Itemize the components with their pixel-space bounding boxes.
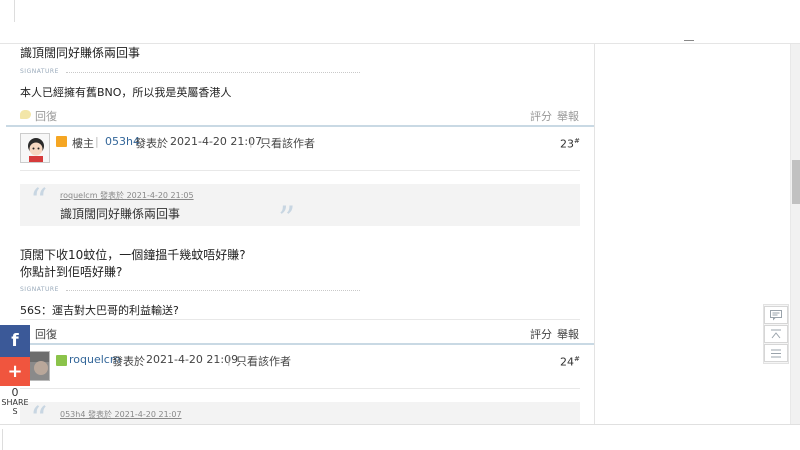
post-24-datetime: 2021-4-20 21:09 — [146, 353, 239, 366]
post-22-reply-button[interactable]: 回復 — [35, 108, 57, 124]
bottom-bar — [0, 424, 800, 450]
post-24-quote-box: “ 053h4 發表於 2021-4-20 21:07 — [20, 402, 580, 424]
host-badge-icon — [56, 136, 67, 147]
separator: | — [227, 353, 231, 366]
post-divider — [6, 343, 594, 345]
quote-close-icon: ” — [278, 199, 296, 239]
plus-icon: + — [7, 361, 23, 382]
separator: | — [95, 135, 99, 148]
post-22-rate-button[interactable]: 評分 — [530, 108, 552, 124]
back-to-top-icon[interactable] — [764, 325, 788, 343]
post-23-quote-posted-label: 發表於 — [100, 191, 125, 200]
post-23-posted-label: 發表於 — [135, 137, 168, 150]
post-22-signature: 本人已經擁有舊BNO，所以我是英屬香港人 — [20, 86, 232, 99]
signature-divider — [66, 72, 360, 73]
top-bar-divider — [14, 0, 15, 22]
quote-open-icon: “ — [30, 399, 48, 424]
post-24-floor-number: 24# — [560, 355, 580, 369]
list-icon[interactable] — [764, 344, 788, 362]
post-24-quote-posted-label: 發表於 — [87, 410, 112, 419]
post-24-floor-mark: # — [574, 355, 580, 363]
post-23-message-line-1: 頂闊下收10蚊位，一個鐘搵千幾蚊唔好賺? — [20, 248, 246, 262]
comment-icon[interactable] — [764, 306, 788, 324]
post-24-quote-datetime: 2021-4-20 21:07 — [114, 410, 182, 419]
avatar[interactable] — [20, 133, 50, 163]
post-23-signature: 56S：運吉對大巴哥的利益輸送? — [20, 304, 179, 317]
post-header-divider — [20, 388, 580, 389]
share-label: SHARES — [1, 398, 29, 416]
reply-icon — [20, 110, 31, 119]
post-22-signature-label: SIGNATURE — [20, 68, 59, 75]
post-header-divider — [20, 170, 580, 171]
forum-thread-page: 識頂闊同好賺係兩回事 SIGNATURE 本人已經擁有舊BNO，所以我是英屬香港… — [0, 0, 800, 450]
facebook-share-button[interactable]: f — [0, 325, 30, 357]
post-24-posted-label: 發表於 — [112, 355, 145, 368]
post-23-quote-author[interactable]: roquelcm — [60, 191, 98, 200]
top-bar — [0, 0, 800, 44]
post-24-only-author-link[interactable]: 只看該作者 — [236, 353, 291, 369]
post-24-floor-value: 24 — [560, 355, 574, 369]
right-sidebar — [596, 44, 790, 424]
separator: | — [249, 135, 253, 148]
bottom-bar-divider — [2, 429, 3, 450]
post-23-message-line-2: 你點計到佢唔好賺? — [20, 265, 123, 279]
post-23-only-author-link[interactable]: 只看該作者 — [260, 135, 315, 151]
post-24-quote-author[interactable]: 053h4 — [60, 410, 85, 419]
post-23-quote-header: roquelcm 發表於 2021-4-20 21:05 — [60, 190, 194, 201]
facebook-icon: f — [11, 331, 19, 351]
post-divider — [6, 125, 594, 127]
post-23-floor-mark: # — [574, 137, 580, 145]
post-23-signature-label: SIGNATURE — [20, 286, 59, 293]
post-23-floor-value: 23 — [560, 137, 574, 151]
more-share-button[interactable]: + — [0, 357, 30, 386]
post-24-quote-header: 053h4 發表於 2021-4-20 21:07 — [60, 409, 182, 420]
post-23-quote-datetime: 2021-4-20 21:05 — [126, 191, 194, 200]
thread-content: 識頂闊同好賺係兩回事 SIGNATURE 本人已經擁有舊BNO，所以我是英屬香港… — [6, 44, 595, 424]
post-footer-divider — [20, 319, 580, 320]
post-23-reply-button[interactable]: 回復 — [35, 326, 57, 342]
back-to-top-glyph — [771, 329, 781, 339]
post-23-floor-number: 23# — [560, 137, 580, 151]
host-label: 樓主 — [72, 137, 94, 150]
post-23-quote-text: 識頂闊同好賺係兩回事 — [60, 207, 181, 221]
post-22-message: 識頂闊同好賺係兩回事 — [20, 46, 141, 60]
user-badge-icon — [56, 355, 67, 366]
post-23-report-button[interactable]: 舉報 — [557, 326, 579, 342]
page-scrollbar[interactable] — [790, 44, 800, 424]
top-bar-dash — [684, 40, 694, 41]
scrollbar-thumb[interactable] — [792, 160, 800, 204]
signature-divider — [66, 290, 360, 291]
post-23-rate-button[interactable]: 評分 — [530, 326, 552, 342]
post-23-quote-box: “ roquelcm 發表於 2021-4-20 21:05 識頂闊同好賺係兩回… — [20, 181, 580, 236]
list-glyph — [771, 349, 781, 358]
avatar-image — [21, 134, 49, 162]
quote-open-icon: “ — [30, 181, 48, 221]
comment-glyph — [770, 310, 782, 321]
post-22-report-button[interactable]: 舉報 — [557, 108, 579, 124]
